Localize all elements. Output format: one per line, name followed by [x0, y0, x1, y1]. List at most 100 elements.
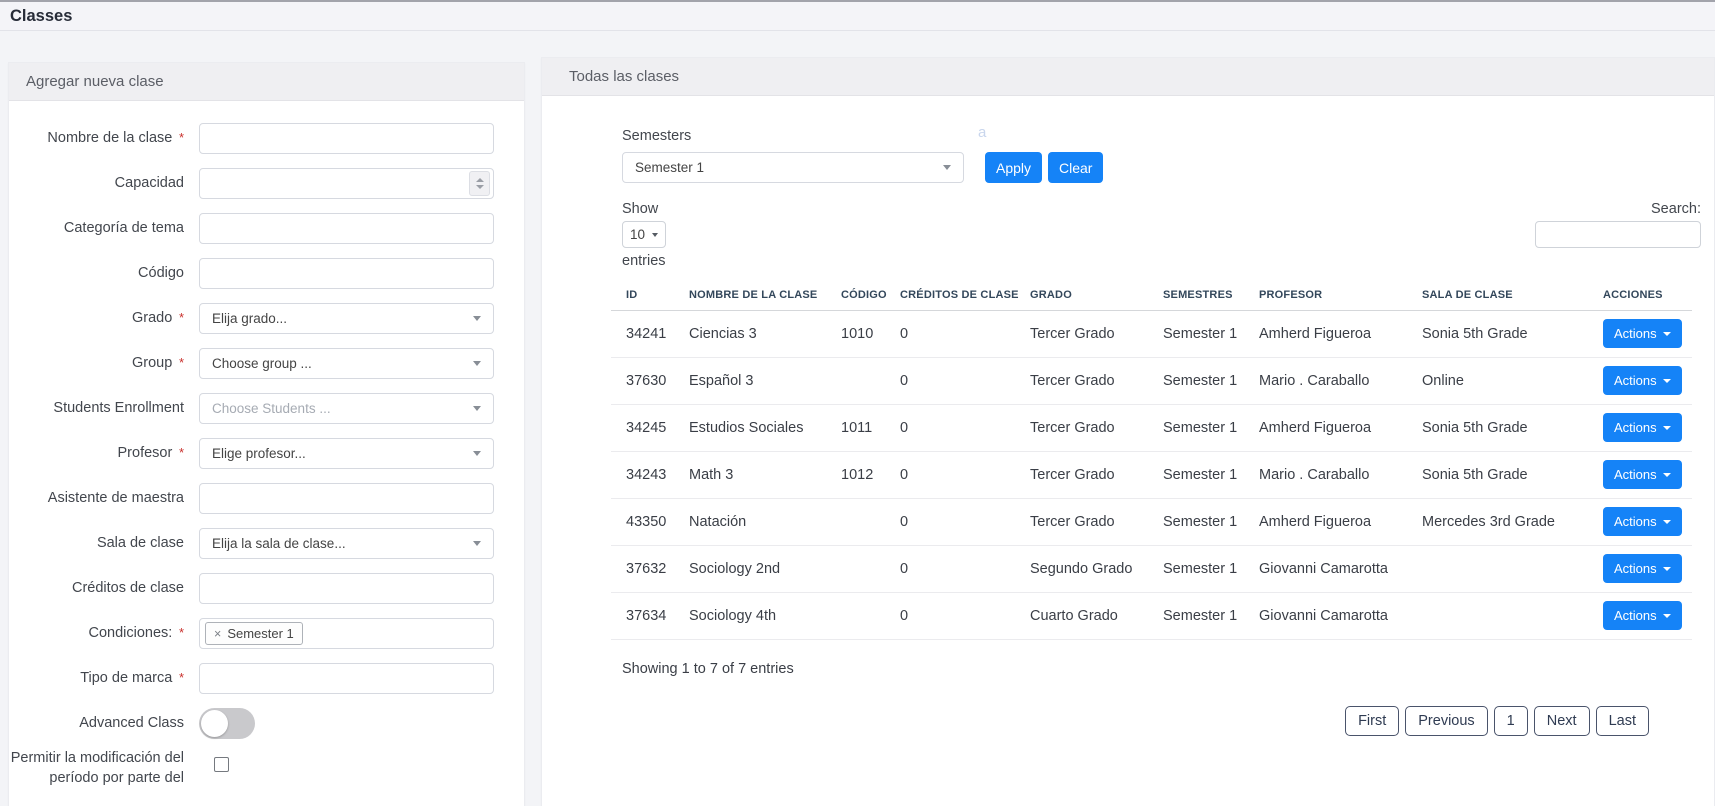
allow_period_modification-checkbox[interactable]: [214, 757, 229, 772]
column-header-semestres: SEMESTRES: [1148, 280, 1244, 311]
pagination: First Previous 1 Next Last: [1345, 706, 1649, 736]
teacher-select[interactable]: Elige profesor...: [199, 438, 494, 469]
stepper-up-icon: [475, 178, 484, 182]
pagination-previous-button[interactable]: Previous: [1405, 706, 1488, 736]
advanced_class-toggle[interactable]: [199, 708, 255, 739]
field-label-classroom: Sala de clase: [9, 534, 184, 554]
column-header-profesor: PROFESOR: [1244, 280, 1407, 311]
cell-grade: Tercer Grado: [1015, 451, 1148, 499]
column-header-c-digo: CÓDIGO: [826, 280, 887, 311]
class_credits-input[interactable]: [199, 573, 494, 604]
all-classes-panel-header: Todas las clases: [542, 58, 1714, 96]
page-length-value: 10: [630, 227, 646, 242]
cell-code: 1011: [826, 404, 885, 452]
tag-label: Semester 1: [227, 626, 294, 641]
field-label-text: Tipo de marca: [80, 669, 173, 686]
pagination-last-button[interactable]: Last: [1595, 706, 1649, 736]
field-label-teacher_assistant: Asistente de maestra: [9, 489, 184, 509]
field-label-group: Group *: [9, 354, 184, 374]
grade-select[interactable]: Elija grado...: [199, 303, 494, 334]
table-row: 37634 Sociology 4th 0 Cuarto Grado Semester …: [611, 592, 1692, 640]
field-label-teacher: Profesor *: [9, 444, 184, 464]
actions-button-label: Actions: [1614, 420, 1657, 435]
code-input[interactable]: [199, 258, 494, 289]
semesters-select[interactable]: Semester 1: [622, 152, 964, 183]
field-label-text: Créditos de clase: [71, 579, 184, 596]
cell-semester: Semester 1: [1148, 404, 1244, 452]
cell-grade: Segundo Grado: [1015, 545, 1148, 593]
students_enrollment-select[interactable]: Choose Students ...: [199, 393, 494, 424]
cell-room: Sonia 5th Grade: [1407, 310, 1588, 358]
actions-button[interactable]: Actions: [1603, 601, 1682, 630]
pagination-1-button[interactable]: 1: [1493, 706, 1528, 736]
conditions-tags-input[interactable]: × Semester 1: [199, 618, 494, 649]
class_name-input[interactable]: [199, 123, 494, 154]
field-label-conditions: Condiciones: *: [9, 624, 185, 644]
classroom-select[interactable]: Elija la sala de clase...: [199, 528, 494, 559]
cell-room: [1407, 592, 1588, 640]
actions-button[interactable]: Actions: [1603, 554, 1682, 583]
form-row-students_enrollment: Students Enrollment Choose Students ...: [9, 386, 524, 431]
cell-credits: 0: [885, 545, 1015, 593]
capacity-input[interactable]: [199, 168, 494, 199]
column-header-cr-ditos-de-clase: CRÉDITOS DE CLASE: [885, 280, 1019, 311]
page-length-select[interactable]: 10: [622, 221, 666, 248]
teacher_assistant-input[interactable]: [199, 483, 494, 514]
cell-room: Sonia 5th Grade: [1407, 451, 1588, 499]
form-row-allow_period_modification: Permitir la modificación del período por…: [9, 746, 524, 791]
group-select[interactable]: Choose group ...: [199, 348, 494, 379]
cell-grade: Tercer Grado: [1015, 498, 1148, 546]
grade-select-value: Elija grado...: [212, 311, 288, 326]
cell-code: [826, 498, 885, 546]
required-asterisk: *: [175, 669, 184, 685]
subject_category-input[interactable]: [199, 213, 494, 244]
actions-button[interactable]: Actions: [1603, 319, 1682, 348]
chevron-down-icon: [473, 316, 481, 321]
field-label-text: Profesor: [117, 444, 173, 461]
form-row-code: Código: [9, 251, 524, 296]
actions-button[interactable]: Actions: [1603, 507, 1682, 536]
actions-button[interactable]: Actions: [1603, 413, 1682, 442]
cell-credits: 0: [885, 357, 1015, 405]
actions-button[interactable]: Actions: [1603, 366, 1682, 395]
required-asterisk: *: [175, 354, 184, 370]
cell-semester: Semester 1: [1148, 451, 1244, 499]
cell-name: Estudios Sociales: [674, 404, 826, 452]
cell-credits: 0: [885, 498, 1015, 546]
cell-teacher: Mario . Caraballo: [1244, 357, 1407, 405]
number-stepper-control[interactable]: [469, 171, 490, 196]
pagination-first-button[interactable]: First: [1345, 706, 1400, 736]
table-row: 34243 Math 3 1012 0 Tercer Grado Semester 1 Ma…: [611, 451, 1692, 499]
chevron-down-icon: [1662, 566, 1671, 571]
entries-label: entries: [622, 253, 666, 269]
actions-button-label: Actions: [1614, 514, 1657, 529]
form-row-classroom: Sala de clase Elija la sala de clase...: [9, 521, 524, 566]
chevron-down-icon: [1662, 519, 1671, 524]
actions-button[interactable]: Actions: [1603, 460, 1682, 489]
cell-semester: Semester 1: [1148, 310, 1244, 358]
field-label-allow_period_modification: Permitir la modificación del período por…: [9, 749, 184, 788]
toggle-knob: [201, 710, 228, 737]
cell-teacher: Amherd Figueroa: [1244, 404, 1407, 452]
search-input[interactable]: [1535, 221, 1701, 248]
table-row: 34245 Estudios Sociales 1011 0 Tercer Grado S…: [611, 404, 1692, 452]
cell-room: [1407, 545, 1588, 593]
column-header-nombre-de-la-clase: NOMBRE DE LA CLASE: [674, 280, 826, 311]
pagination-next-button[interactable]: Next: [1533, 706, 1590, 736]
mark_type-input[interactable]: [199, 663, 494, 694]
cell-name: Natación: [674, 498, 826, 546]
cell-actions: Actions: [1588, 451, 1692, 499]
column-header-grado: GRADO: [1015, 280, 1148, 311]
apply-button[interactable]: Apply: [985, 152, 1043, 183]
cell-actions: Actions: [1588, 545, 1692, 593]
form-row-class_credits: Créditos de clase: [9, 566, 524, 611]
cell-teacher: Giovanni Camarotta: [1244, 592, 1407, 640]
form-row-mark_type: Tipo de marca *: [9, 656, 524, 701]
remove-tag-icon[interactable]: ×: [214, 627, 221, 641]
field-label-students_enrollment: Students Enrollment: [9, 399, 184, 419]
field-label-text: Sala de clase: [96, 534, 184, 551]
clear-button[interactable]: Clear: [1048, 152, 1104, 183]
chevron-down-icon: [473, 541, 481, 546]
cell-id: 34241: [611, 310, 674, 358]
cell-room: Mercedes 3rd Grade: [1407, 498, 1588, 546]
